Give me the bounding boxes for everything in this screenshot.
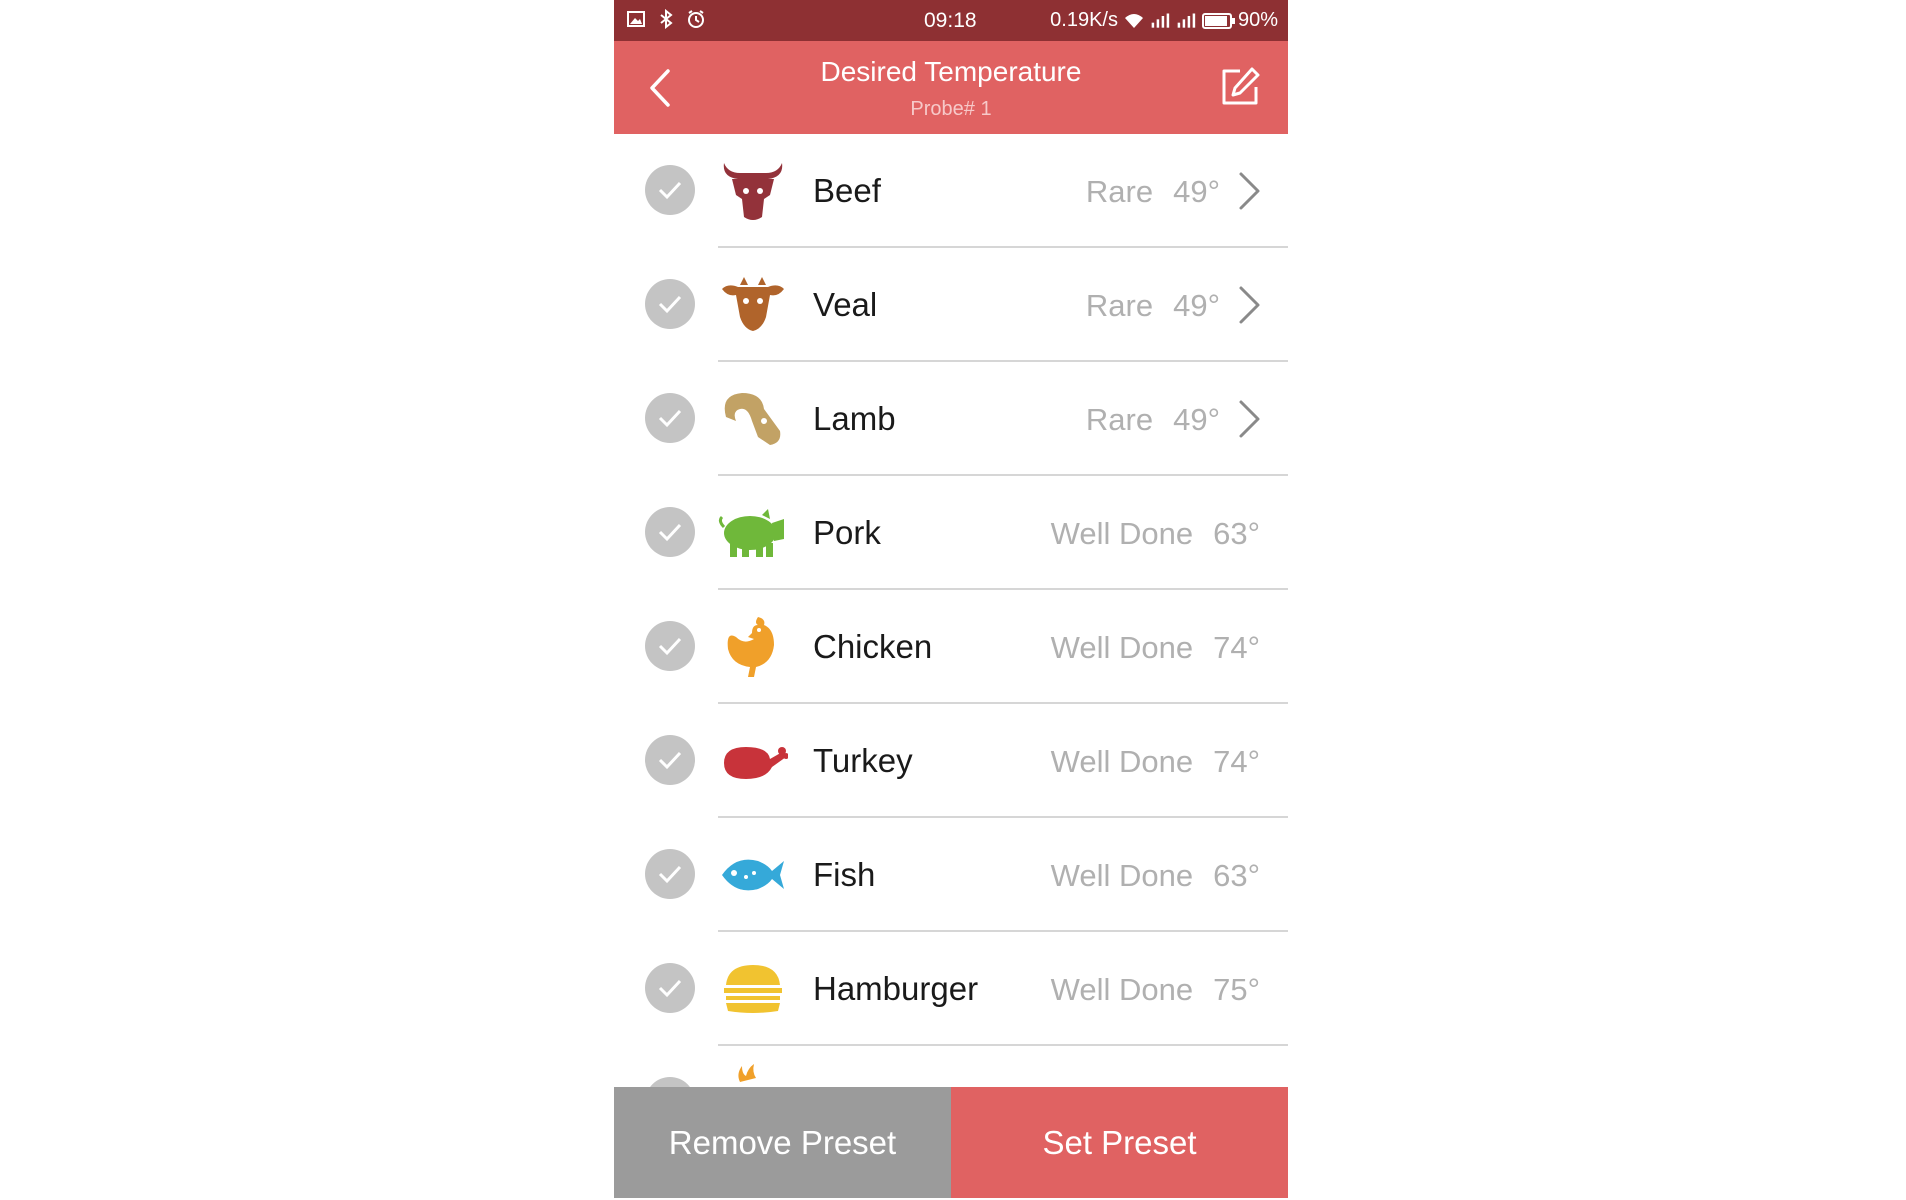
item-preset: Well Done 74° [1051, 744, 1260, 780]
check-icon[interactable] [645, 279, 695, 329]
list-item-hamburger[interactable]: Hamburger Well Done 75° [614, 932, 1288, 1046]
check-icon[interactable] [645, 621, 695, 671]
item-doneness: Well Done [1050, 972, 1194, 1007]
item-preset: Well Done 63° [1051, 516, 1260, 552]
check-icon[interactable] [645, 963, 695, 1013]
fish-icon [722, 859, 784, 891]
item-name: Veal [813, 286, 878, 323]
phone-screen: 09:18 0.19K/s 90% Desired Temperature Pr… [614, 0, 1288, 1200]
list-item-turkey[interactable]: Turkey Well Done 74° [614, 704, 1288, 818]
item-preset: Rare 49° [1086, 402, 1220, 438]
ram-icon [724, 393, 781, 445]
status-bar-right: 0.19K/s 90% [1050, 9, 1278, 32]
bottom-action-bar: Remove Preset Set Preset [614, 1087, 1288, 1198]
item-doneness: Rare [1085, 402, 1154, 437]
item-preset: Well Done 75° [1051, 972, 1260, 1008]
item-temperature: 49° [1173, 174, 1220, 209]
item-temperature: 49° [1173, 402, 1220, 437]
item-preset: Rare 49° [1086, 288, 1220, 324]
list-item-veal[interactable]: Veal Rare 49° [614, 248, 1288, 362]
status-time: 09:18 [924, 9, 977, 32]
edit-icon[interactable] [1218, 65, 1262, 109]
signal-icon [1151, 13, 1170, 28]
meat-list: Beef Rare 49° Veal Rare 49° Lamb Rare 49… [614, 134, 1288, 1127]
battery-level: 90% [1237, 9, 1278, 31]
network-speed: 0.19K/s [1050, 9, 1118, 31]
signal-icon [1177, 13, 1196, 28]
list-item-fish[interactable]: Fish Well Done 63° [614, 818, 1288, 932]
battery-icon [1201, 12, 1235, 29]
item-preset: Rare 49° [1086, 174, 1220, 210]
item-doneness: Well Done [1050, 630, 1194, 665]
item-name: Hamburger [813, 970, 979, 1007]
item-name: Turkey [813, 742, 913, 779]
item-name: Lamb [813, 400, 896, 437]
app-header: Desired Temperature Probe# 1 [614, 41, 1288, 134]
item-temperature: 75° [1213, 972, 1260, 1007]
item-temperature: 63° [1213, 858, 1260, 893]
item-doneness: Rare [1085, 288, 1154, 323]
item-preset: Well Done 74° [1051, 630, 1260, 666]
alarm-icon [688, 10, 704, 28]
item-temperature: 49° [1173, 288, 1220, 323]
roast-turkey-icon [724, 747, 788, 779]
list-item-beef[interactable]: Beef Rare 49° [614, 134, 1288, 248]
remove-preset-button[interactable]: Remove Preset [614, 1087, 951, 1198]
calf-icon [722, 277, 784, 331]
item-name: Chicken [813, 628, 933, 665]
page-subtitle: Probe# 1 [910, 98, 992, 120]
pig-icon [718, 509, 784, 557]
status-bar-left-icons [626, 9, 706, 29]
item-doneness: Well Done [1050, 858, 1194, 893]
chevron-right-icon[interactable] [1236, 171, 1262, 211]
check-icon[interactable] [645, 507, 695, 557]
hamburger-icon [724, 965, 782, 1013]
chevron-right-icon[interactable] [1236, 285, 1262, 325]
item-preset: Well Done 63° [1051, 858, 1260, 894]
check-icon[interactable] [645, 735, 695, 785]
rooster-icon [727, 617, 774, 677]
image-icon [627, 11, 645, 27]
set-preset-button[interactable]: Set Preset [951, 1087, 1288, 1198]
item-doneness: Rare [1085, 174, 1154, 209]
check-icon[interactable] [645, 165, 695, 215]
status-bar: 09:18 0.19K/s 90% [614, 0, 1288, 41]
list-item-pork[interactable]: Pork Well Done 63° [614, 476, 1288, 590]
item-temperature: 74° [1213, 630, 1260, 665]
list-item-lamb[interactable]: Lamb Rare 49° [614, 362, 1288, 476]
item-temperature: 74° [1213, 744, 1260, 779]
chevron-right-icon[interactable] [1236, 399, 1262, 439]
bull-icon [723, 163, 783, 220]
check-icon[interactable] [645, 393, 695, 443]
item-temperature: 63° [1213, 516, 1260, 551]
page-title: Desired Temperature [820, 56, 1082, 87]
item-name: Fish [813, 856, 876, 893]
item-doneness: Well Done [1050, 744, 1194, 779]
bluetooth-icon [660, 9, 673, 29]
item-name: Pork [813, 514, 881, 551]
item-doneness: Well Done [1050, 516, 1194, 551]
wifi-icon [1124, 13, 1143, 28]
list-item-chicken[interactable]: Chicken Well Done 74° [614, 590, 1288, 704]
check-icon[interactable] [645, 849, 695, 899]
item-name: Beef [813, 172, 881, 209]
